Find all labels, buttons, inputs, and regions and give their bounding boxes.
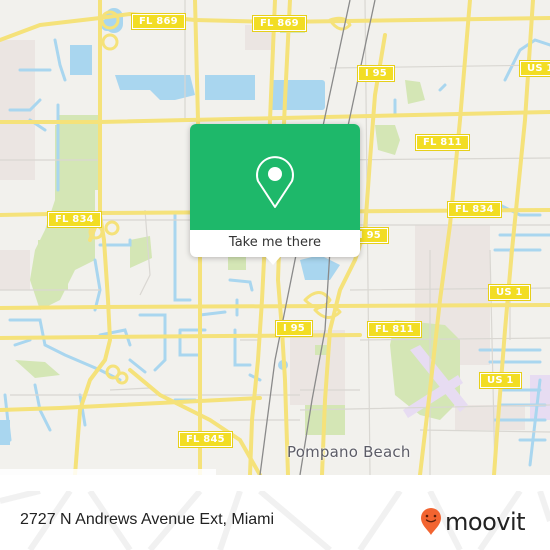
moovit-wordmark: moovit <box>445 508 526 536</box>
footer-bar: 2727 N Andrews Avenue Ext, Miami moovit <box>0 491 550 550</box>
road-shield-i95: I 95 <box>275 320 313 337</box>
map-view[interactable]: FL 869 FL 869 I 95 US 1 FL 811 FL 834 FL… <box>0 0 550 475</box>
address-text: 2727 N Andrews Avenue Ext, Miami <box>20 511 275 528</box>
take-me-there-button[interactable]: Take me there <box>190 230 360 257</box>
road-shield-us1: US 1 <box>479 372 522 389</box>
road-shield-fl869: FL 869 <box>252 15 307 32</box>
road-shield-fl834: FL 834 <box>447 201 502 218</box>
city-label-pompano-beach: Pompano Beach <box>287 443 411 461</box>
road-shield-fl869: FL 869 <box>131 13 186 30</box>
road-shield-us1: US 1 <box>488 284 531 301</box>
map-pin-icon <box>256 156 294 208</box>
road-shield-fl834: FL 834 <box>47 211 102 228</box>
road-shield-us1: US 1 <box>519 60 550 77</box>
moovit-smiley-pin-icon <box>421 508 441 535</box>
moovit-brand[interactable]: moovit <box>420 507 526 537</box>
road-shield-fl845: FL 845 <box>178 431 233 448</box>
road-shield-fl811: FL 811 <box>367 321 422 338</box>
popup-pointer <box>265 256 281 265</box>
road-shield-fl811: FL 811 <box>415 134 470 151</box>
road-shield-i95: I 95 <box>357 65 395 82</box>
location-popup: Take me there <box>190 124 360 265</box>
popup-header <box>190 124 360 230</box>
map-attribution[interactable]: © OpenStreetMap contributors <box>0 469 216 475</box>
